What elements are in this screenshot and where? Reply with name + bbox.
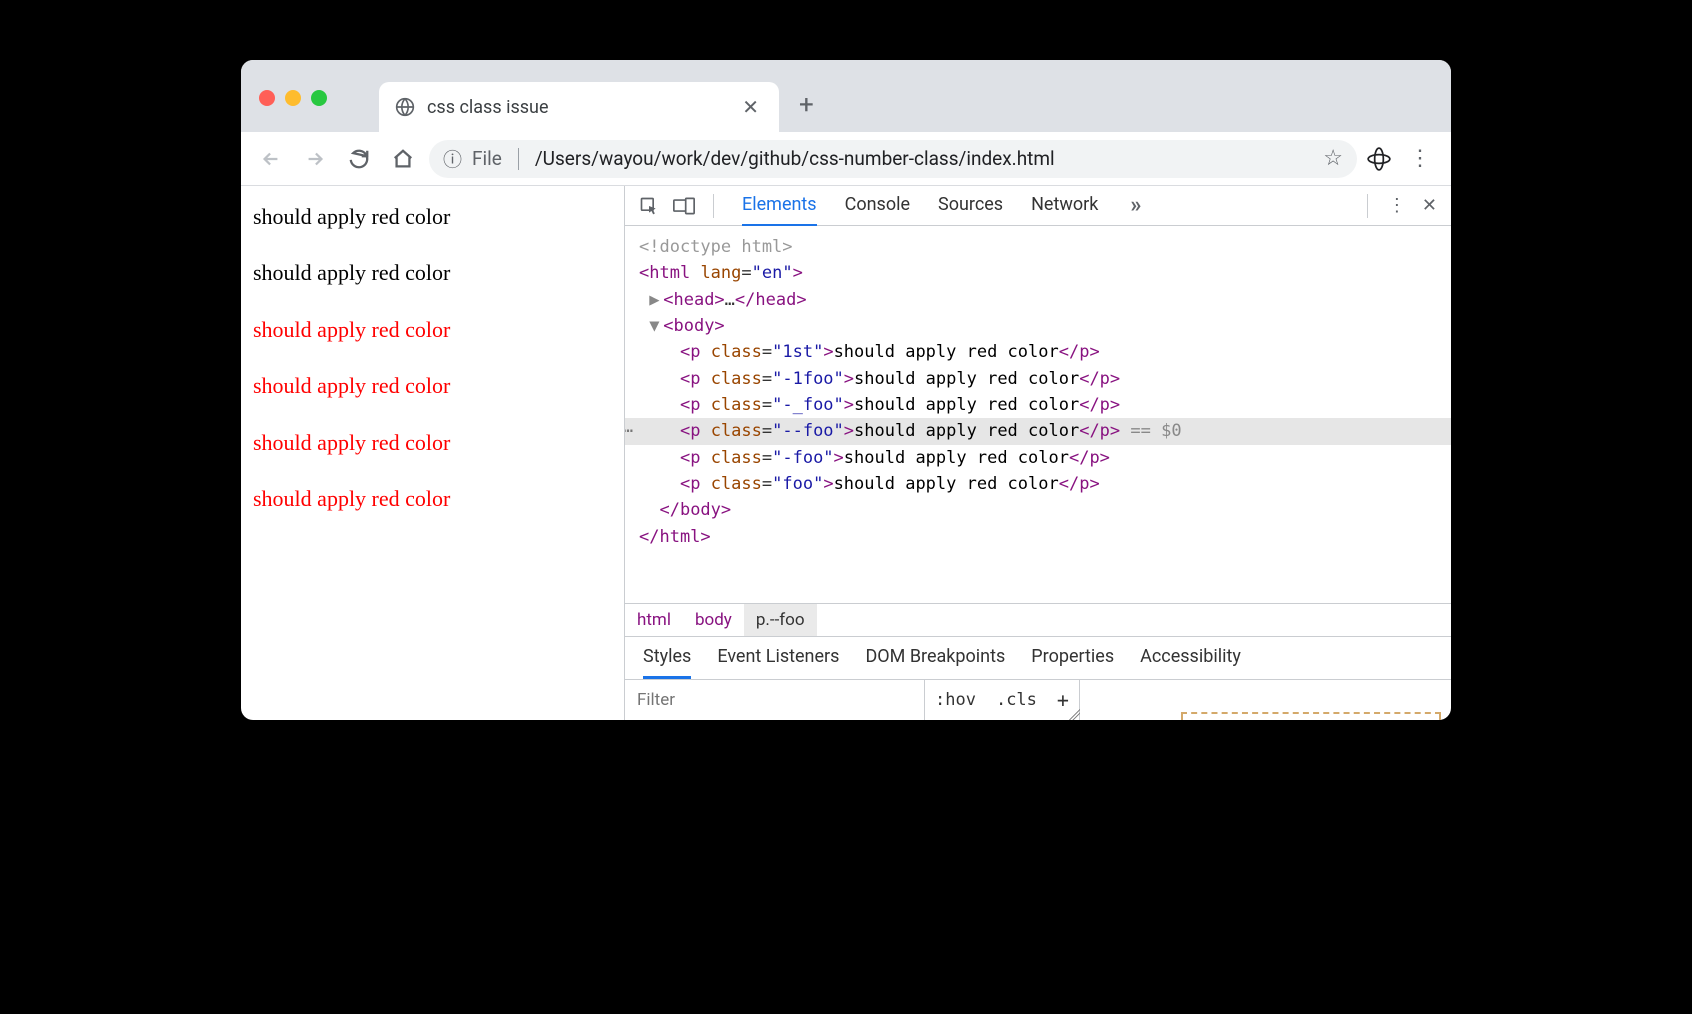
browser-window: css class issue ✕ + ⓘ File /Users/wayou/… [241,60,1451,720]
dom-node[interactable]: <html lang="en"> [625,260,1451,286]
new-tab-button[interactable]: + [799,90,814,120]
devtools-menu-button[interactable]: ⋮ [1388,195,1406,216]
page-paragraph: should apply red color [253,486,612,512]
bookmark-star-icon[interactable]: ☆ [1323,146,1343,171]
dom-node[interactable]: <p class="-_foo">should apply red color<… [625,392,1451,418]
styles-tab-dom-breakpoints[interactable]: DOM Breakpoints [865,637,1005,679]
url-scheme: File [472,147,502,170]
page-paragraph: should apply red color [253,204,612,230]
content-area: should apply red color should apply red c… [241,186,1451,720]
breadcrumb-item[interactable]: html [625,604,683,636]
styles-filter-input[interactable] [625,682,924,718]
traffic-lights [259,90,327,106]
dom-tree[interactable]: <!doctype html><html lang="en"> ▶<head>…… [625,226,1451,603]
separator [1367,194,1368,218]
inspect-element-icon[interactable] [639,196,659,216]
home-button[interactable] [385,141,421,177]
extension-icon[interactable] [1365,145,1393,173]
tab-close-button[interactable]: ✕ [738,95,763,119]
window-close-button[interactable] [259,90,275,106]
reload-button[interactable] [341,141,377,177]
browser-tab[interactable]: css class issue ✕ [379,82,779,132]
url-divider [518,148,519,170]
devtools-tab-network[interactable]: Network [1031,186,1098,226]
browser-menu-button[interactable]: ⋮ [1401,146,1439,171]
dom-node[interactable]: ▶<head>…</head> [625,287,1451,313]
hov-toggle[interactable]: :hov [925,682,986,718]
rendered-page: should apply red color should apply red c… [241,186,624,720]
devtools-tab-sources[interactable]: Sources [938,186,1003,226]
styles-filter-row: :hov .cls + [625,679,1451,720]
element-breadcrumb: htmlbodyp.--foo [625,603,1451,636]
window-minimize-button[interactable] [285,90,301,106]
dom-node[interactable]: ▼<body> [625,313,1451,339]
dom-node[interactable]: <!doctype html> [625,234,1451,260]
devtools-tabs: Elements Console Sources Network [732,186,1098,226]
devtools-close-button[interactable]: ✕ [1422,195,1437,216]
resize-corner-icon [1066,706,1080,720]
back-button[interactable] [253,141,289,177]
devtools-panel: Elements Console Sources Network » ⋮ ✕ <!do… [624,186,1451,720]
page-paragraph: should apply red color [253,430,612,456]
devtools-tab-console[interactable]: Console [845,186,910,226]
box-model-preview [1080,680,1451,720]
breadcrumb-item[interactable]: body [683,604,744,636]
window-maximize-button[interactable] [311,90,327,106]
dom-node[interactable]: <p class="--foo">should apply red color<… [625,418,1451,444]
styles-tab-event-listeners[interactable]: Event Listeners [717,637,839,679]
device-toolbar-icon[interactable] [673,196,695,216]
styles-tabs: Styles Event Listeners DOM Breakpoints Prop… [625,636,1451,679]
cls-toggle[interactable]: .cls [986,682,1047,718]
dom-node[interactable]: <p class="1st">should apply red color</p… [625,339,1451,365]
toolbar: ⓘ File /Users/wayou/work/dev/github/css-… [241,132,1451,186]
devtools-tab-elements[interactable]: Elements [742,186,817,227]
devtools-header: Elements Console Sources Network » ⋮ ✕ [625,186,1451,226]
dom-node[interactable]: <p class="foo">should apply red color</p… [625,471,1451,497]
dom-node[interactable]: </html> [625,524,1451,550]
dom-node[interactable]: <p class="-1foo">should apply red color<… [625,366,1451,392]
titlebar: css class issue ✕ + [241,60,1451,132]
styles-filter-box [625,680,925,720]
separator [713,194,714,218]
forward-button[interactable] [297,141,333,177]
page-paragraph: should apply red color [253,317,612,343]
styles-tab-styles[interactable]: Styles [643,637,691,679]
styles-tab-properties[interactable]: Properties [1031,637,1114,679]
breadcrumb-item[interactable]: p.--foo [744,604,817,636]
tab-title: css class issue [427,97,726,118]
page-paragraph: should apply red color [253,373,612,399]
dom-node[interactable]: <p class="-foo">should apply red color</… [625,445,1451,471]
address-bar[interactable]: ⓘ File /Users/wayou/work/dev/github/css-… [429,140,1357,178]
styles-tab-accessibility[interactable]: Accessibility [1140,637,1241,679]
page-paragraph: should apply red color [253,260,612,286]
dom-node[interactable]: </body> [625,497,1451,523]
url-path: /Users/wayou/work/dev/github/css-number-… [535,147,1055,170]
info-icon: ⓘ [443,145,462,172]
devtools-more-tabs-icon[interactable]: » [1130,193,1141,218]
globe-icon [395,97,415,117]
